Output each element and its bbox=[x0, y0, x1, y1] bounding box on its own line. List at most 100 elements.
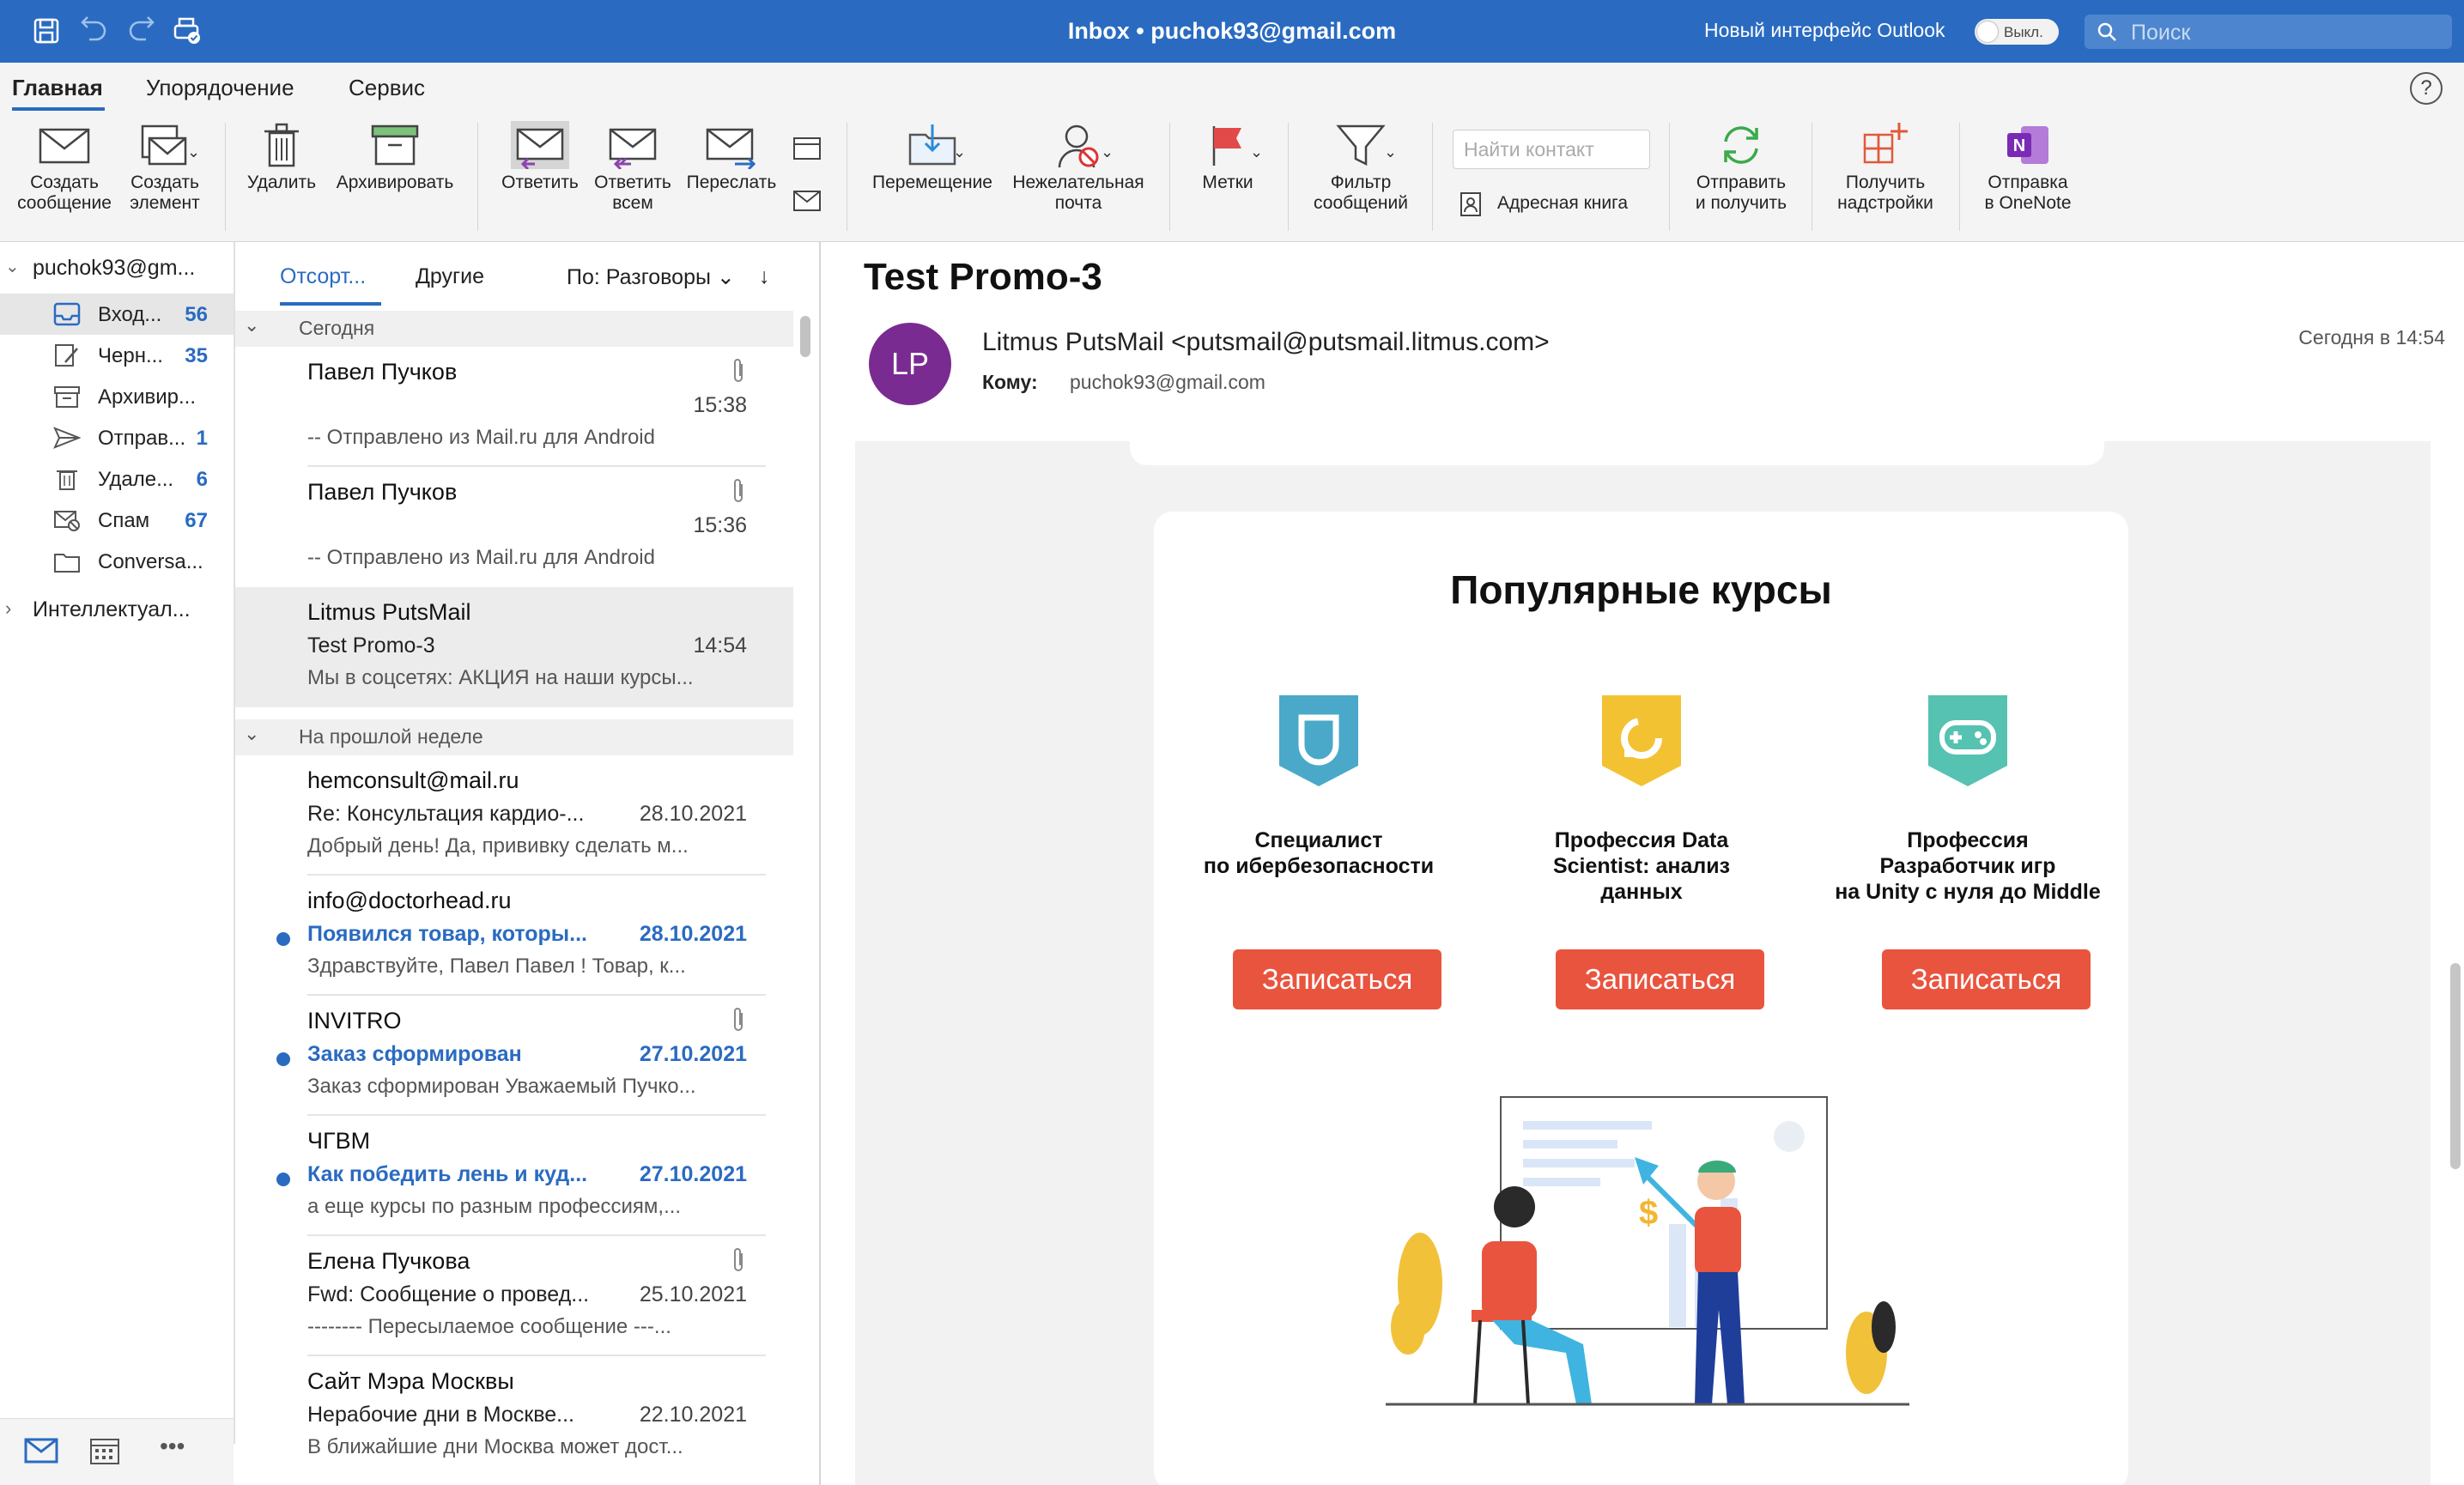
find-contact-placeholder: Найти контакт bbox=[1464, 138, 1594, 161]
folder-spam[interactable]: Спам 67 bbox=[0, 500, 234, 541]
search-icon bbox=[2097, 22, 2116, 41]
address-book-label: Адресная книга bbox=[1497, 193, 1628, 213]
undo-icon[interactable] bbox=[79, 15, 110, 46]
enroll-button[interactable]: Записаться bbox=[1882, 949, 2091, 1009]
flags-label: Метки bbox=[1202, 173, 1253, 192]
new-outlook-label: Новый интерфейс Outlook bbox=[1704, 19, 1945, 41]
forward-button[interactable]: Переслать bbox=[682, 114, 781, 193]
tab-home[interactable]: Главная bbox=[12, 75, 103, 101]
chevron-down-icon[interactable]: ⌄ bbox=[1101, 143, 1114, 161]
message-preview: -- Отправлено из Mail.ru для Android bbox=[307, 426, 655, 449]
folder-deleted[interactable]: Удале... 6 bbox=[0, 458, 234, 500]
chevron-down-icon[interactable]: ⌄ bbox=[187, 143, 200, 161]
more-reply-icon[interactable] bbox=[792, 186, 824, 215]
received-time: Сегодня в 14:54 bbox=[2298, 326, 2445, 349]
message-date: 15:38 bbox=[693, 393, 747, 417]
address-book-icon bbox=[1460, 192, 1481, 216]
archive-button[interactable]: Архивировать bbox=[326, 114, 464, 193]
folder-count: 1 bbox=[196, 427, 208, 450]
recipient-address[interactable]: puchok93@gmail.com bbox=[1070, 371, 1265, 394]
folder-sent[interactable]: Отправ... 1 bbox=[0, 417, 234, 458]
send-receive-button[interactable]: Отправить и получить bbox=[1681, 114, 1801, 214]
to-label: Кому: bbox=[982, 371, 1038, 393]
chevron-right-icon[interactable]: › bbox=[5, 597, 11, 620]
list-item[interactable]: Сайт Мэра Москвы Нерабочие дни в Москве.… bbox=[235, 1356, 793, 1476]
second-account-row[interactable]: › Интеллектуал... bbox=[0, 594, 234, 628]
list-item[interactable]: INVITRO Заказ сформирован 27.10.2021 Зак… bbox=[235, 996, 793, 1116]
reply-button[interactable]: Ответить bbox=[489, 114, 591, 193]
list-item[interactable]: Павел Пучков 15:36 -- Отправлено из Mail… bbox=[235, 467, 793, 587]
chevron-down-icon[interactable]: ⌄ bbox=[953, 143, 966, 161]
message-subject: Как победить лень и куд... bbox=[307, 1162, 588, 1186]
save-icon[interactable] bbox=[31, 15, 62, 46]
list-item[interactable]: info@doctorhead.ru Появился товар, котор… bbox=[235, 876, 793, 996]
list-item-selected[interactable]: Litmus PutsMail Test Promo-3 14:54 Мы в … bbox=[235, 587, 793, 707]
print-icon[interactable] bbox=[172, 15, 203, 46]
course-title: Профессия Разработчик игр на Unity с нуля … bbox=[1822, 827, 2114, 905]
course-title-line: Разработчик игр bbox=[1879, 854, 2056, 878]
list-item[interactable]: hemconsult@mail.ru Re: Консультация кард… bbox=[235, 755, 793, 876]
tab-focused[interactable]: Отсорт... bbox=[280, 264, 366, 289]
address-book-button[interactable]: Адресная книга bbox=[1460, 190, 1666, 221]
help-icon[interactable]: ? bbox=[2410, 72, 2443, 105]
course-title-line: Профессия bbox=[1907, 828, 2029, 852]
message-preview: В ближайшие дни Москва может дост... bbox=[307, 1435, 683, 1458]
sort-direction-icon[interactable]: ↓ bbox=[759, 264, 770, 289]
send-to-onenote-button[interactable]: N Отправка в OneNote bbox=[1971, 114, 2085, 214]
chevron-down-icon[interactable]: ⌄ bbox=[1250, 143, 1263, 161]
shield-icon bbox=[1279, 695, 1358, 786]
mail-icon[interactable] bbox=[24, 1438, 58, 1464]
account-row[interactable]: ⌄ puchok93@gm... bbox=[0, 254, 234, 288]
move-button[interactable]: Перемещение bbox=[864, 114, 1001, 193]
tab-organize[interactable]: Упорядочение bbox=[146, 75, 294, 101]
more-icon[interactable]: ••• bbox=[160, 1433, 185, 1460]
list-item[interactable]: Елена Пучкова Fwd: Сообщение о провед...… bbox=[235, 1236, 793, 1356]
tab-other[interactable]: Другие bbox=[416, 264, 484, 289]
chevron-down-icon[interactable]: ⌄ bbox=[244, 723, 259, 745]
reading-pane-scrollbar[interactable] bbox=[2450, 963, 2461, 1169]
group-header-last-week[interactable]: ⌄ На прошлой неделе bbox=[235, 719, 793, 755]
new-message-label-1: Создать bbox=[30, 173, 99, 192]
attachment-icon bbox=[734, 1008, 743, 1031]
folder-conversation[interactable]: Conversa... bbox=[0, 541, 234, 582]
list-item[interactable]: Павел Пучков 15:38 -- Отправлено из Mail… bbox=[235, 347, 793, 467]
enroll-button[interactable]: Записаться bbox=[1233, 949, 1441, 1009]
list-item[interactable]: ЧГВМ Как победить лень и куд... 27.10.20… bbox=[235, 1116, 793, 1236]
chevron-down-icon[interactable]: ⌄ bbox=[5, 256, 20, 277]
folder-archive[interactable]: Архивир... bbox=[0, 376, 234, 417]
filter-button[interactable]: Фильтр сообщений bbox=[1298, 114, 1423, 214]
junk-button[interactable]: Нежелательная почта bbox=[1003, 114, 1154, 214]
second-account-name: Интеллектуал... bbox=[33, 597, 191, 621]
folder-pane: ⌄ puchok93@gm... Вход... 56 Черн... 35 А… bbox=[0, 242, 235, 1444]
junk-label-2: почта bbox=[1054, 193, 1102, 213]
group-header-today[interactable]: ⌄ Сегодня bbox=[235, 311, 793, 347]
sender-address[interactable]: Litmus PutsMail <putsmail@putsmail.litmu… bbox=[982, 328, 1550, 357]
redo-icon[interactable] bbox=[125, 15, 156, 46]
folder-label: Удале... bbox=[98, 468, 174, 491]
new-item-button[interactable]: Создать элемент bbox=[120, 114, 209, 214]
enroll-button[interactable]: Записаться bbox=[1556, 949, 1764, 1009]
folder-label: Спам bbox=[98, 509, 150, 532]
message-date: 28.10.2021 bbox=[639, 802, 747, 826]
message-list-scrollbar[interactable] bbox=[800, 316, 810, 357]
ribbon-separator bbox=[1169, 123, 1170, 231]
addins-icon bbox=[1863, 123, 1908, 164]
sort-dropdown[interactable]: По: Разговоры ⌄ bbox=[567, 264, 735, 290]
new-outlook-toggle[interactable]: Выкл. bbox=[1975, 19, 2059, 45]
delete-button[interactable]: Удалить bbox=[239, 114, 325, 193]
tab-tools[interactable]: Сервис bbox=[349, 75, 425, 101]
new-message-button[interactable]: Создать сообщение bbox=[7, 114, 122, 214]
avatar[interactable]: LP bbox=[869, 323, 951, 405]
calendar-icon[interactable] bbox=[89, 1436, 120, 1465]
find-contact-input[interactable]: Найти контакт bbox=[1453, 130, 1650, 169]
get-addins-button[interactable]: Получить надстройки bbox=[1822, 114, 1949, 214]
search-input[interactable]: Поиск bbox=[2085, 15, 2452, 49]
message-preview: а еще курсы по разным профессиям,... bbox=[307, 1195, 682, 1218]
reply-all-button[interactable]: Ответить всем bbox=[587, 114, 678, 214]
folder-inbox[interactable]: Вход... 56 bbox=[0, 294, 234, 335]
reply-all-icon bbox=[609, 128, 657, 169]
folder-drafts[interactable]: Черн... 35 bbox=[0, 335, 234, 376]
chevron-down-icon[interactable]: ⌄ bbox=[1384, 143, 1397, 161]
meeting-reply-icon[interactable] bbox=[792, 133, 824, 162]
chevron-down-icon[interactable]: ⌄ bbox=[244, 314, 259, 336]
